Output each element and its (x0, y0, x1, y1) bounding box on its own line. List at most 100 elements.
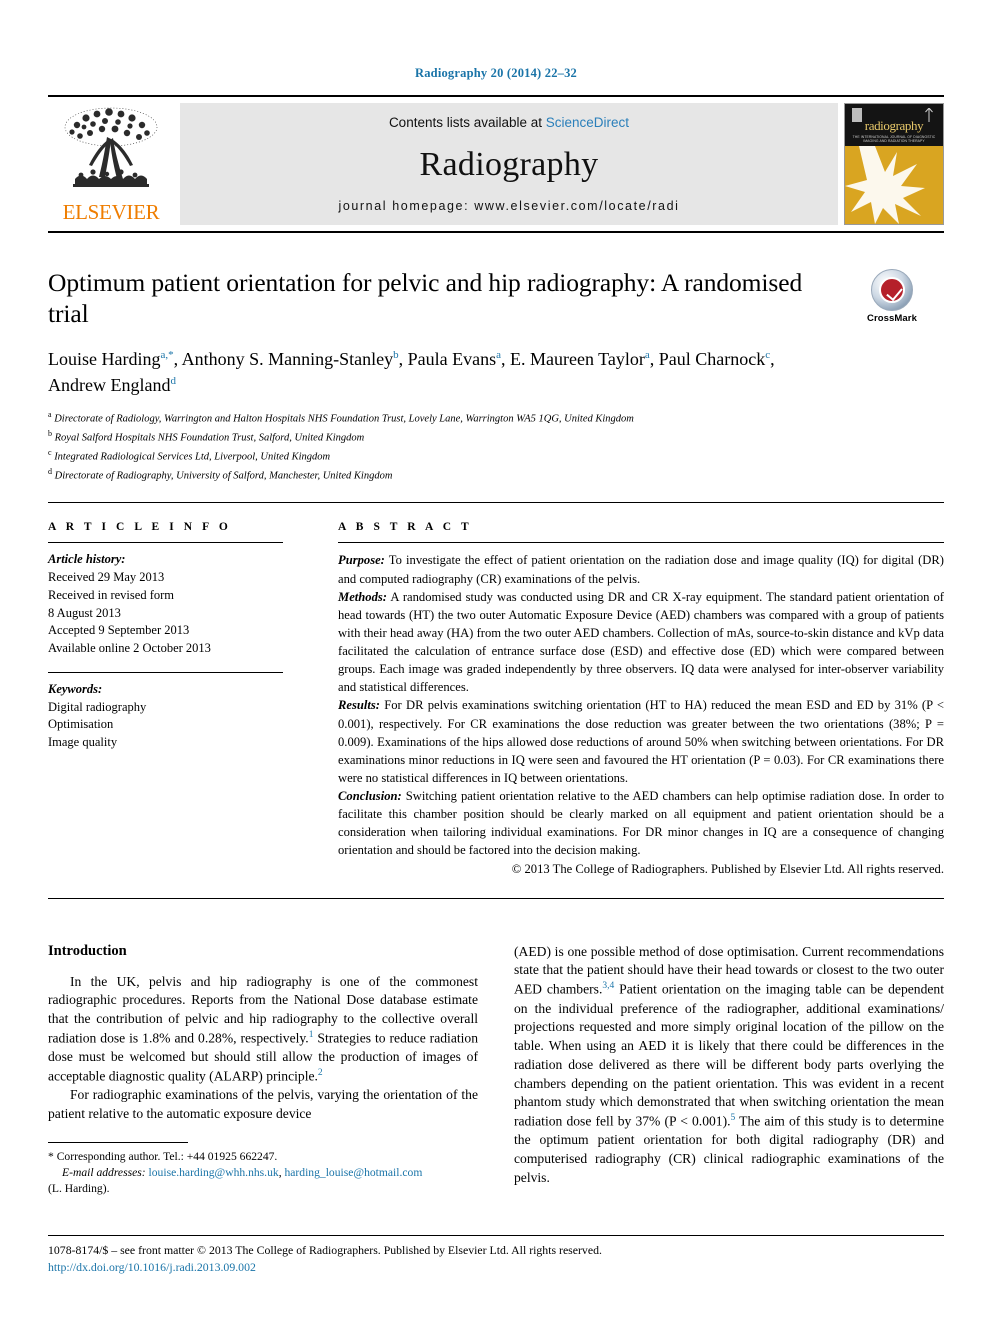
crossmark-icon (871, 269, 913, 311)
email-link-primary[interactable]: louise.harding@whh.nhs.uk (149, 1166, 279, 1179)
author-separator: , (770, 349, 775, 370)
sciencedirect-link[interactable]: ScienceDirect (546, 115, 629, 130)
article-info-heading: A R T I C L E I N F O (48, 521, 232, 534)
crossmark-label: CrossMark (866, 313, 917, 324)
reference-marker[interactable]: 3,4 (602, 981, 614, 991)
elsevier-wordmark: ELSEVIER (62, 200, 160, 224)
affiliation-text: Directorate of Radiology, Warrington and… (54, 413, 634, 425)
article-info-rule (48, 542, 283, 544)
author-affiliation-mark: d (170, 375, 176, 388)
footnote-block: * Corresponding author. Tel.: +44 01925 … (48, 1149, 478, 1198)
footnote-divider (48, 1141, 188, 1143)
keywords-rule (48, 671, 283, 673)
author-name: Andrew England (48, 375, 171, 396)
email-label: E-mail addresses: (62, 1166, 146, 1179)
author-separator: , (173, 349, 182, 370)
paragraph-text: For radiographic examinations of the pel… (48, 1087, 478, 1122)
article-history-item: Accepted 9 September 2013 (48, 623, 190, 638)
abstract-section: Purpose: To investigate the effect of pa… (338, 551, 944, 587)
keyword-item: Image quality (48, 735, 118, 750)
article-history-item: Received 29 May 2013 (48, 570, 165, 585)
crossmark-badge-group[interactable]: CrossMark (840, 269, 944, 324)
abstract-section: Results: For DR pelvis examinations swit… (338, 696, 944, 787)
abstract-section: Conclusion: Switching patient orientatio… (338, 787, 944, 860)
doi-link[interactable]: http://dx.doi.org/10.1016/j.radi.2013.09… (48, 1260, 944, 1275)
abstract-section-label: Results: (338, 698, 380, 713)
crossmark-inner-circle (879, 277, 905, 303)
abstract-section-label: Conclusion: (338, 789, 402, 804)
issn-copyright-line: 1078-8174/$ – see front matter © 2013 Th… (48, 1243, 602, 1258)
body-columns: Introduction In the UK, pelvis and hip r… (48, 943, 944, 1198)
author-separator: , (649, 349, 659, 370)
abstract-section-text: A randomised study was conducted using D… (338, 589, 944, 695)
journal-cover-thumbnail: radiography THE INTERNATIONAL JOURNAL OF… (844, 103, 944, 225)
email-link-secondary[interactable]: harding_louise@hotmail.com (284, 1166, 422, 1179)
paragraph-text: Patient orientation on the imaging table… (514, 981, 944, 1129)
article-history-item: 8 August 2013 (48, 605, 121, 620)
affiliation-item: c Integrated Radiological Services Ltd, … (48, 447, 944, 466)
abstract-section-text: Switching patient orientation relative t… (338, 789, 944, 858)
corresponding-author-note: * Corresponding author. Tel.: +44 01925 … (48, 1149, 278, 1163)
keywords-label: Keywords: (48, 681, 103, 696)
cover-artwork (845, 146, 943, 224)
author-name: E. Maureen Taylor (510, 349, 645, 370)
author-name: Louise Harding (48, 349, 161, 370)
email-note: E-mail addresses: louise.harding@whh.nhs… (48, 1165, 478, 1181)
author-entry: Anthony S. Manning-Stanleyb, (182, 349, 408, 369)
elsevier-tree-icon (64, 107, 158, 187)
body-column-right: (AED) is one possible method of dose opt… (514, 943, 944, 1198)
affiliation-mark: d (48, 466, 52, 476)
email-attribution: (L. Harding). (48, 1182, 110, 1196)
page-title: Optimum patient orientation for pelvic a… (48, 268, 803, 329)
affiliation-mark: a (48, 410, 52, 420)
journal-homepage-link[interactable]: journal homepage: www.elsevier.com/locat… (338, 199, 679, 213)
abstract-rule (338, 542, 944, 544)
affiliation-text: Integrated Radiological Services Ltd, Li… (54, 451, 331, 463)
elsevier-logo: ELSEVIER (48, 103, 174, 225)
title-block: CrossMark Optimum patient orientation fo… (48, 233, 944, 484)
author-separator: , (398, 349, 408, 370)
paragraph: For radiographic examinations of the pel… (48, 1086, 478, 1124)
affiliation-mark: c (48, 447, 52, 457)
contents-available-line: Contents lists available at ScienceDirec… (389, 115, 629, 130)
article-history-item: Available online 2 October 2013 (48, 641, 211, 656)
affiliation-item: b Royal Salford Hospitals NHS Foundation… (48, 428, 944, 447)
abstract-section-text: For DR pelvis examinations switching ori… (338, 698, 944, 785)
affiliation-item: d Directorate of Radiography, University… (48, 466, 944, 485)
contents-prefix: Contents lists available at (388, 115, 546, 130)
abstract-section-text: To investigate the effect of patient ori… (338, 553, 944, 586)
running-head: Radiography 20 (2014) 22–32 (414, 66, 577, 80)
author-name: Paula Evans (407, 349, 497, 370)
divider-below-abstract (48, 897, 944, 899)
affiliation-mark: b (48, 429, 52, 439)
masthead-center: Contents lists available at ScienceDirec… (180, 103, 838, 225)
abstract-body: Purpose: To investigate the effect of pa… (338, 551, 944, 877)
reference-marker[interactable]: 2 (318, 1068, 323, 1078)
article-history-item: Received in revised form (48, 587, 174, 602)
info-abstract-row: A R T I C L E I N F O Article history: R… (48, 503, 944, 877)
abstract-heading: A B S T R A C T (338, 521, 473, 534)
affiliation-text: Royal Salford Hospitals NHS Foundation T… (54, 432, 365, 444)
footer-divider (48, 1235, 944, 1237)
author-name: Anthony S. Manning-Stanley (181, 349, 394, 370)
affiliation-text: Directorate of Radiography, University o… (54, 470, 393, 482)
author-separator: , (501, 349, 511, 370)
abstract-copyright: © 2013 The College of Radiographers. Pub… (511, 861, 944, 876)
author-entry: Louise Hardinga,*, (48, 349, 182, 369)
keyword-item: Digital radiography (48, 699, 147, 714)
article-history-block: Article history: Received 29 May 2013 Re… (48, 551, 283, 658)
article-page: Radiography 20 (2014) 22–32 ELSEVIER Con… (0, 0, 992, 1323)
paragraph: In the UK, pelvis and hip radiography is… (48, 973, 478, 1087)
page-footer: 1078-8174/$ – see front matter © 2013 Th… (48, 1235, 944, 1275)
journal-title: Radiography (419, 145, 599, 183)
abstract-section-label: Purpose: (338, 553, 385, 568)
keywords-block: Keywords: Digital radiography Optimisati… (48, 681, 283, 752)
author-list: Louise Hardinga,*, Anthony S. Manning-St… (48, 346, 828, 398)
cover-journal-subtitle: THE INTERNATIONAL JOURNAL OF DIAGNOSTIC … (852, 135, 936, 143)
abstract-section-label: Methods: (338, 589, 387, 604)
journal-masthead: ELSEVIER Contents lists available at Sci… (48, 95, 944, 233)
affiliation-list: a Directorate of Radiology, Warrington a… (48, 409, 944, 484)
body-column-left: Introduction In the UK, pelvis and hip r… (48, 943, 478, 1198)
keyword-item: Optimisation (48, 717, 114, 732)
abstract-column: A B S T R A C T Purpose: To investigate … (338, 521, 944, 877)
